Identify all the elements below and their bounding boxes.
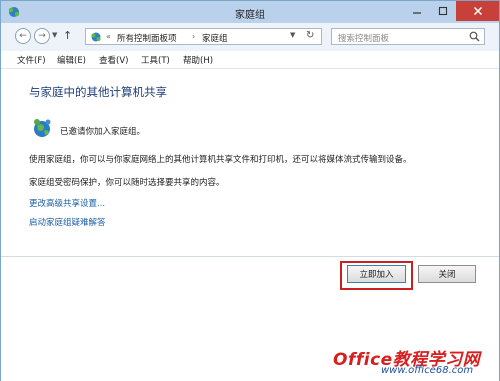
password-note: 家庭组受密码保护，你可以随时选择要共享的内容。 (29, 178, 225, 188)
control-panel-icon (91, 32, 101, 42)
minimize-button[interactable] (404, 1, 430, 21)
watermark-url: www.office68.com (381, 365, 474, 376)
minimize-icon (413, 12, 421, 14)
join-now-button[interactable]: 立即加入 (347, 265, 406, 283)
close-icon (473, 6, 482, 16)
refresh-icon[interactable]: ↻ (306, 30, 314, 41)
menu-view[interactable]: 查看(V) (99, 54, 128, 66)
advanced-sharing-link[interactable]: 更改高级共享设置... (29, 197, 105, 209)
search-input[interactable]: 搜索控制面板 (331, 28, 485, 45)
back-arrow-icon: ← (19, 31, 27, 41)
menu-help[interactable]: 帮助(H) (183, 54, 213, 66)
close-window-button[interactable] (456, 1, 499, 21)
forward-button[interactable]: → (34, 28, 50, 44)
page-title: 与家庭中的其他计算机共享 (29, 85, 167, 99)
address-dropdown-icon[interactable]: ▼ (290, 31, 295, 39)
recent-locations-dropdown-icon[interactable]: ▼ (52, 31, 57, 39)
address-bar[interactable]: « 所有控制面板项 › 家庭组 ▼ ↻ (85, 28, 322, 45)
menu-bar: 文件(F) 编辑(E) 查看(V) 工具(T) 帮助(H) (1, 51, 499, 69)
menu-tools[interactable]: 工具(T) (141, 54, 170, 66)
title-bar[interactable]: 家庭组 (1, 1, 499, 23)
close-button[interactable]: 关闭 (418, 265, 476, 283)
homegroup-window: 家庭组 ← → ▼ ↑ « 所有控制面板项 › 家庭组 ▼ ↻ 搜索控制面板 文… (0, 0, 500, 381)
main-content: 与家庭中的其他计算机共享 已邀请你加入家庭组。 使用家庭组，你可以与你家庭网络上… (1, 69, 499, 259)
breadcrumb-control-panel[interactable]: 所有控制面板项 (117, 32, 177, 44)
homegroup-description: 使用家庭组，你可以与你家庭网络上的其他计算机共享文件和打印机，还可以将媒体流式传… (29, 155, 412, 165)
invitation-status: 已邀请你加入家庭组。 (60, 127, 146, 137)
up-arrow-icon[interactable]: ↑ (63, 29, 72, 42)
breadcrumb-separator-icon[interactable]: › (192, 32, 195, 41)
forward-arrow-icon: → (38, 31, 46, 41)
maximize-button[interactable] (430, 1, 456, 21)
breadcrumb-homegroup[interactable]: 家庭组 (202, 32, 228, 44)
menu-edit[interactable]: 编辑(E) (57, 54, 86, 66)
back-button[interactable]: ← (15, 28, 31, 44)
search-icon[interactable] (469, 31, 480, 42)
menu-file[interactable]: 文件(F) (17, 54, 46, 66)
homegroup-network-icon (34, 119, 51, 137)
maximize-icon (438, 6, 448, 16)
search-placeholder: 搜索控制面板 (338, 34, 390, 44)
breadcrumb-overflow-icon[interactable]: « (106, 32, 111, 41)
troubleshooter-link[interactable]: 启动家庭组疑难解答 (29, 216, 106, 228)
navigation-bar: ← → ▼ ↑ « 所有控制面板项 › 家庭组 ▼ ↻ 搜索控制面板 (1, 23, 499, 51)
